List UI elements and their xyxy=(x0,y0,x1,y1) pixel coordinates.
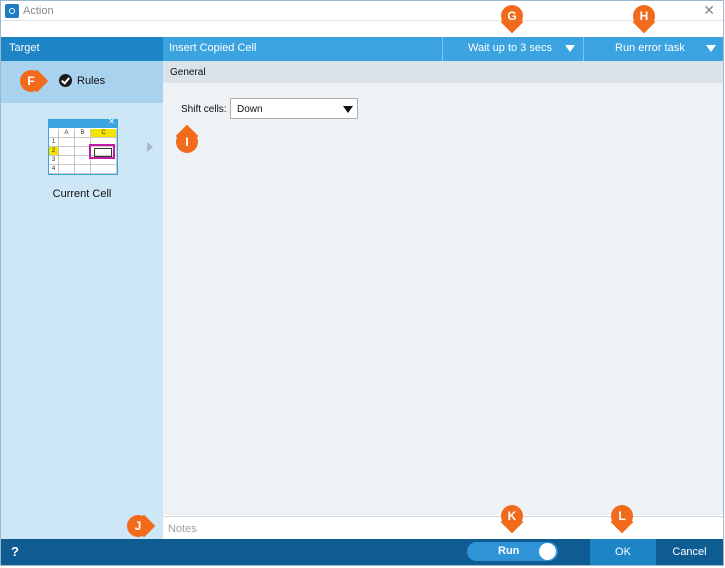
app-icon xyxy=(5,4,19,18)
header-bar: Target Insert Copied Cell Wait up to 3 s… xyxy=(1,37,723,61)
chevron-right-icon xyxy=(147,142,153,152)
shift-cells-label: Shift cells: xyxy=(181,104,227,115)
action-title: Insert Copied Cell xyxy=(169,42,257,54)
spreadsheet-cell-icon[interactable]: ✕ ABC 1234 xyxy=(48,117,118,175)
action-window: Action ✕ Target Insert Copied Cell Wait … xyxy=(0,0,724,566)
callout-marker-k: K xyxy=(501,505,523,527)
callout-marker-j: J xyxy=(127,515,149,537)
column-header: C xyxy=(91,129,117,138)
callout-marker-l: L xyxy=(611,505,633,527)
close-icon: ✕ xyxy=(108,117,115,126)
row-header: 4 xyxy=(49,165,59,174)
grid-cell xyxy=(59,138,75,147)
wait-dropdown-label: Wait up to 3 secs xyxy=(468,42,552,54)
toggle-knob xyxy=(539,543,556,560)
action-header: Insert Copied Cell Wait up to 3 secs Run… xyxy=(163,37,723,61)
row-header: 3 xyxy=(49,156,59,165)
column-header: A xyxy=(59,129,75,138)
shift-cells-value: Down xyxy=(237,104,263,115)
title-bar: Action ✕ xyxy=(1,1,723,21)
grid-cell xyxy=(59,147,75,156)
footer-bar: ? Run OK Cancel xyxy=(1,539,723,565)
row-header: 2 xyxy=(49,147,59,156)
callout-marker-i: I xyxy=(176,131,198,153)
help-icon[interactable]: ? xyxy=(11,544,19,559)
ok-button[interactable]: OK xyxy=(590,539,656,565)
grid-cell xyxy=(59,156,75,165)
selected-cell-outline xyxy=(89,144,115,159)
grid-cell xyxy=(75,165,91,174)
icon-title-bar: ✕ xyxy=(49,117,117,128)
chevron-down-icon xyxy=(343,106,353,113)
check-circle-icon xyxy=(59,74,72,87)
callout-marker-h: H xyxy=(633,5,655,27)
error-task-dropdown-label: Run error task xyxy=(615,42,685,54)
target-header: Target xyxy=(1,37,163,61)
run-label: Run xyxy=(498,545,520,557)
grid-cell xyxy=(49,129,59,138)
grid-cell xyxy=(59,165,75,174)
current-cell-label: Current Cell xyxy=(52,188,112,200)
wait-dropdown[interactable]: Wait up to 3 secs xyxy=(442,37,583,61)
run-toggle[interactable]: Run xyxy=(467,542,558,561)
chevron-down-icon xyxy=(565,45,575,52)
shift-cells-select[interactable]: Down xyxy=(230,98,358,119)
error-task-dropdown[interactable]: Run error task xyxy=(583,37,723,61)
section-general: General xyxy=(163,61,723,83)
column-header: B xyxy=(75,129,91,138)
callout-marker-f: F xyxy=(20,70,42,92)
row-header: 1 xyxy=(49,138,59,147)
chevron-down-icon xyxy=(706,45,716,52)
rules-label: Rules xyxy=(77,75,106,87)
main-panel: General Shift cells: Down xyxy=(163,61,723,515)
close-icon[interactable]: ✕ xyxy=(703,2,715,19)
target-sidebar: Rules ✕ ABC 1234 Current Cell xyxy=(1,61,163,539)
notes-bar xyxy=(163,516,723,539)
cancel-button[interactable]: Cancel xyxy=(656,539,723,565)
callout-marker-g: G xyxy=(501,5,523,27)
grid-cell xyxy=(91,165,117,174)
window-title: Action xyxy=(23,5,54,17)
